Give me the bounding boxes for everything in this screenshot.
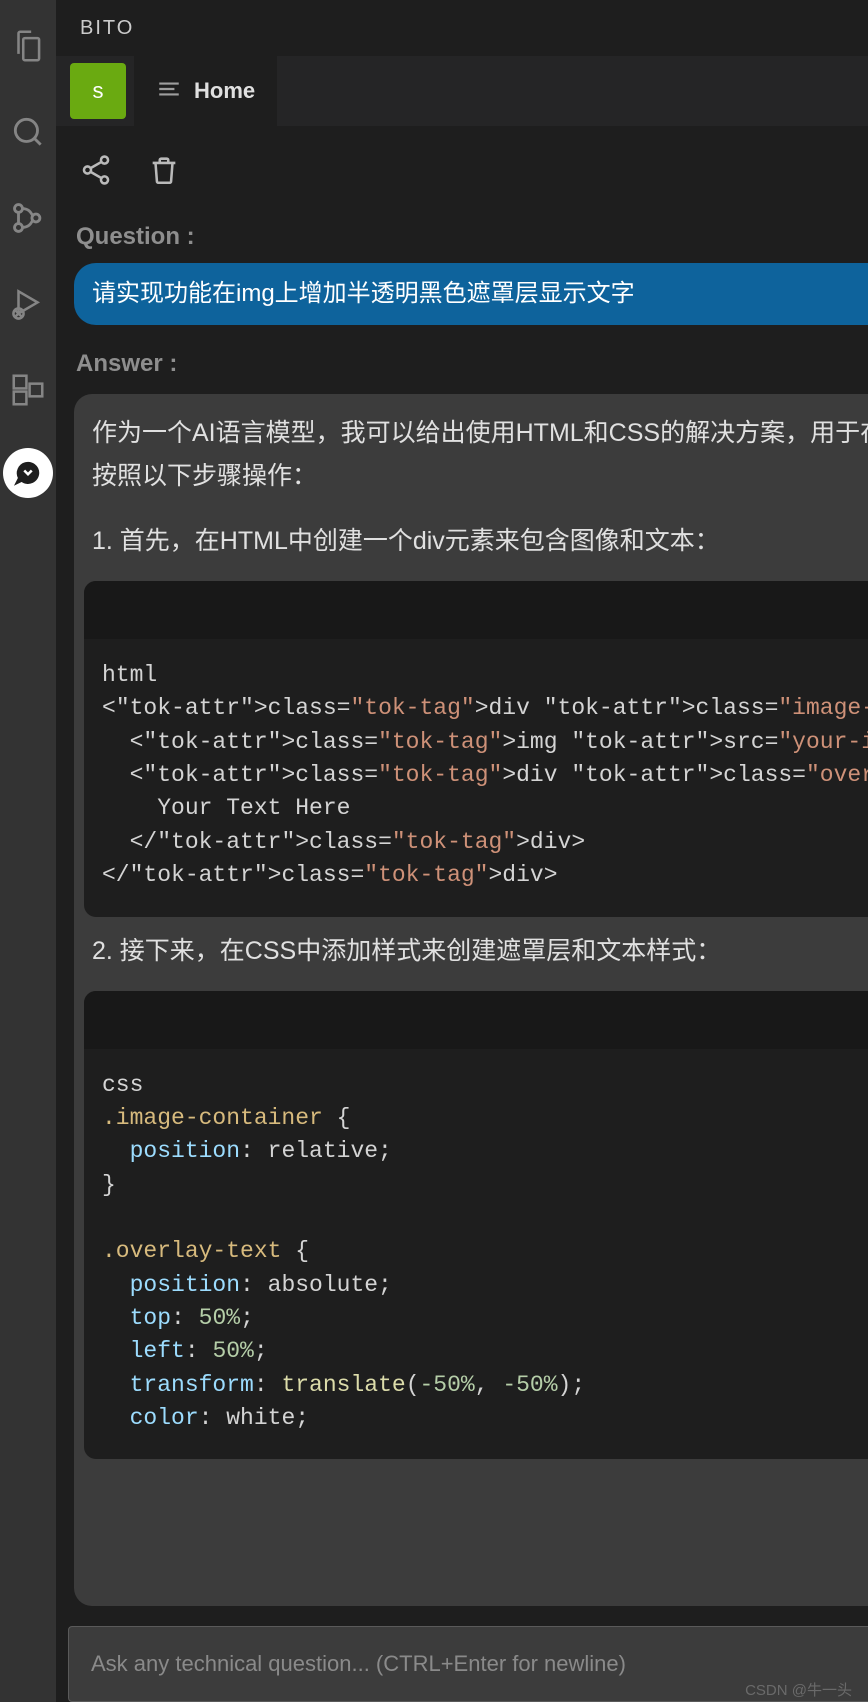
explorer-icon[interactable] (0, 18, 56, 74)
tab-bar: s Home (56, 56, 868, 126)
menu-icon (156, 76, 182, 107)
activity-bar (0, 0, 56, 1702)
tab-home[interactable]: Home (134, 56, 277, 126)
question-label: Question : (76, 223, 195, 251)
trash-icon[interactable] (144, 150, 184, 190)
code-toolbar (84, 991, 868, 1049)
bito-chat-icon[interactable] (3, 448, 53, 498)
answer-intro: 作为一个AI语言模型，我可以给出使用HTML和CSS的解决方案，用于在图像上添加… (84, 412, 868, 522)
code-body-html: html <"tok-attr">class="tok-tag">div "to… (84, 639, 868, 916)
search-icon[interactable] (0, 104, 56, 160)
source-control-icon[interactable] (0, 190, 56, 246)
question-header: Question : (68, 214, 868, 263)
answer-step-1: 1. 首先，在HTML中创建一个div元素来包含图像和文本： (84, 521, 868, 575)
code-toolbar (84, 581, 868, 639)
answer-header: Answer : (68, 343, 868, 390)
answer-label: Answer : (76, 350, 177, 378)
code-block-css: css .image-container { position: relativ… (84, 991, 868, 1460)
tab-label: Home (194, 78, 255, 104)
answer-step-2: 2. 接下来，在CSS中添加样式来创建遮罩层和文本样式： (84, 931, 868, 985)
code-body-css: css .image-container { position: relativ… (84, 1049, 868, 1460)
question-bubble: 请实现功能在img上增加半透明黑色遮罩层显示文字 (74, 263, 868, 325)
extension-title: BITO (80, 17, 134, 40)
user-avatar[interactable]: s (70, 63, 126, 119)
answer-card: 作为一个AI语言模型，我可以给出使用HTML和CSS的解决方案，用于在图像上添加… (74, 394, 868, 1606)
chat-toolbar: History (56, 126, 868, 214)
code-block-html: html <"tok-attr">class="tok-tag">div "to… (84, 581, 868, 916)
main-panel: BITO s Home History Ques (56, 0, 868, 1702)
watermark: CSDN @牛一头 (745, 1679, 852, 1700)
prompt-input[interactable] (91, 1651, 868, 1677)
extensions-icon[interactable] (0, 362, 56, 418)
run-debug-icon[interactable] (0, 276, 56, 332)
conversation-area: Question : 请实现功能在img上增加半透明黑色遮罩层显示文字 Answ… (56, 214, 868, 1606)
title-bar: BITO (56, 0, 868, 56)
share-icon[interactable] (76, 150, 116, 190)
